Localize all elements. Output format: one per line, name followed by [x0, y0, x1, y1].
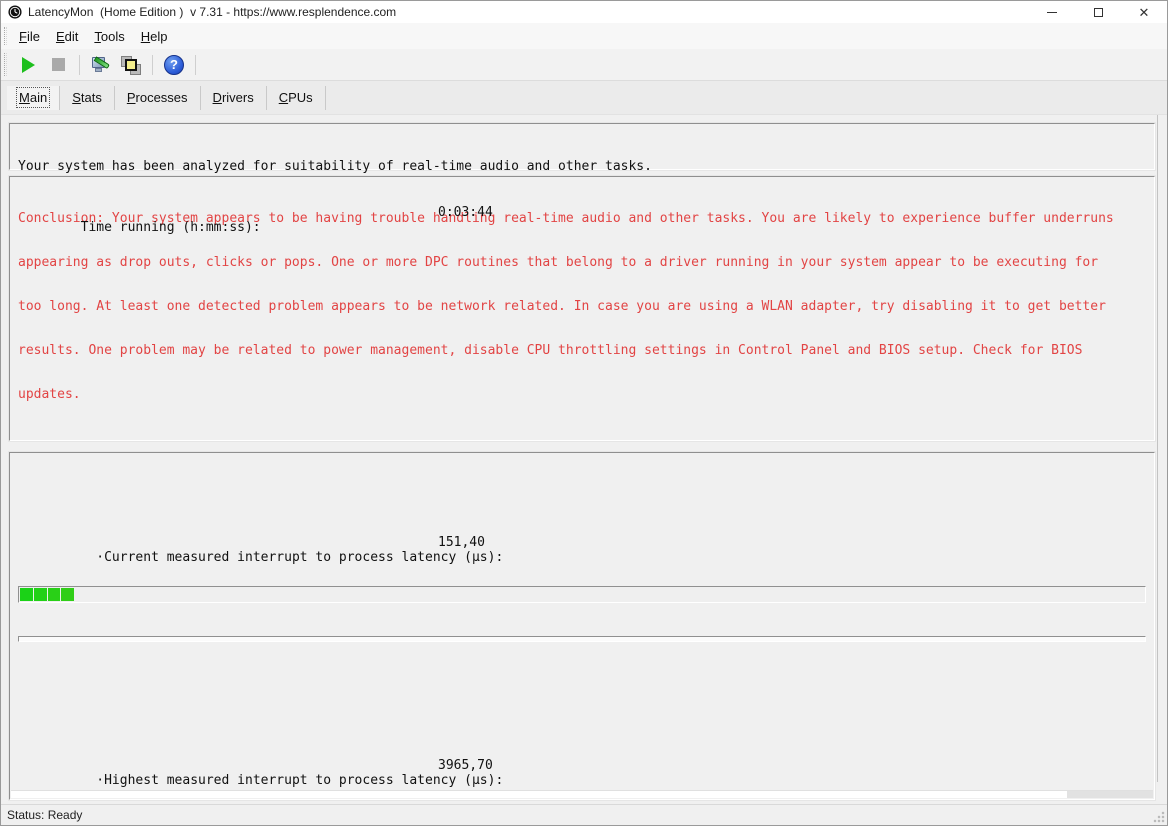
maximize-icon	[1094, 8, 1103, 17]
status-text: Status: Ready	[7, 808, 82, 822]
close-button[interactable]: ✕	[1121, 1, 1167, 23]
app-logo-icon	[8, 5, 22, 19]
report-icon	[121, 55, 141, 75]
toolbar: ?	[1, 49, 1167, 81]
measurement-value: 151,40	[438, 535, 485, 550]
report-button[interactable]	[117, 52, 145, 78]
latency-bar-track	[18, 636, 1146, 642]
resize-grip[interactable]	[1153, 811, 1165, 823]
help-button[interactable]: ?	[160, 52, 188, 78]
menu-file[interactable]: File	[11, 25, 48, 48]
conclusion-text: updates.	[18, 388, 1146, 402]
horizontal-scrollbar-thumb[interactable]	[1067, 791, 1153, 798]
menu-gripper[interactable]	[4, 27, 7, 45]
status-bar: Status: Ready	[1, 804, 1167, 825]
conclusion-text: too long. At least one detected problem …	[18, 300, 1146, 314]
analysis-summary-panel: Your system has been analyzed for suitab…	[9, 123, 1155, 170]
tab-stats[interactable]: Stats	[60, 86, 115, 110]
time-running-line: Time running (h:mm:ss): 0:03:44	[18, 205, 1146, 221]
measurement-value: 3965,70	[438, 758, 493, 773]
minimize-button[interactable]	[1029, 1, 1075, 23]
horizontal-scrollbar[interactable]	[11, 790, 1153, 798]
menu-tools[interactable]: Tools	[86, 25, 132, 48]
window-title: LatencyMon (Home Edition ) v 7.31 - http…	[28, 5, 396, 19]
analysis-summary-line: Your system has been analyzed for suitab…	[18, 159, 1146, 175]
menu-help[interactable]: Help	[133, 25, 176, 48]
tab-bar: Main Stats Processes Drivers CPUs	[1, 81, 1167, 114]
measurement-label: ·Current measured interrupt to process l…	[96, 550, 503, 565]
minimize-icon	[1047, 12, 1057, 13]
analysis-summary-text: Your system has been analyzed for suitab…	[18, 159, 652, 174]
time-running-label: Time running (h:mm:ss):	[81, 220, 261, 235]
tab-drivers[interactable]: Drivers	[201, 86, 267, 110]
toolbar-separator	[195, 55, 196, 75]
help-icon: ?	[164, 55, 184, 75]
title-bar: LatencyMon (Home Edition ) v 7.31 - http…	[1, 1, 1167, 23]
toolbar-gripper[interactable]	[4, 53, 7, 76]
main-content: Your system has been analyzed for suitab…	[1, 114, 1167, 804]
caption-buttons: ✕	[1029, 1, 1167, 23]
latency-bar	[18, 586, 1146, 603]
play-icon	[22, 57, 35, 73]
toolbar-separator	[152, 55, 153, 75]
analyze-icon	[91, 55, 111, 75]
measurement-row-current-latency: ·Current measured interrupt to process l…	[18, 505, 1146, 672]
stop-icon	[52, 58, 65, 71]
stop-monitor-button[interactable]	[44, 52, 72, 78]
conclusion-text: appearing as drop outs, clicks or pops. …	[18, 256, 1146, 270]
toolbar-separator	[79, 55, 80, 75]
tab-processes[interactable]: Processes	[115, 86, 201, 110]
measurement-label: ·Highest measured interrupt to process l…	[96, 773, 503, 788]
menu-bar: File Edit Tools Help	[1, 23, 1167, 49]
maximize-button[interactable]	[1075, 1, 1121, 23]
measurements-panel: ·Current measured interrupt to process l…	[9, 452, 1155, 800]
conclusion-text: results. One problem may be related to p…	[18, 344, 1146, 358]
analyze-button[interactable]	[87, 52, 115, 78]
latencymon-window: LatencyMon (Home Edition ) v 7.31 - http…	[0, 0, 1168, 826]
tab-main[interactable]: Main	[7, 86, 60, 110]
time-running-value: 0:03:44	[438, 205, 493, 220]
menu-edit[interactable]: Edit	[48, 25, 86, 48]
tab-cpus[interactable]: CPUs	[267, 86, 326, 110]
start-monitor-button[interactable]	[14, 52, 42, 78]
close-icon: ✕	[1139, 6, 1150, 19]
